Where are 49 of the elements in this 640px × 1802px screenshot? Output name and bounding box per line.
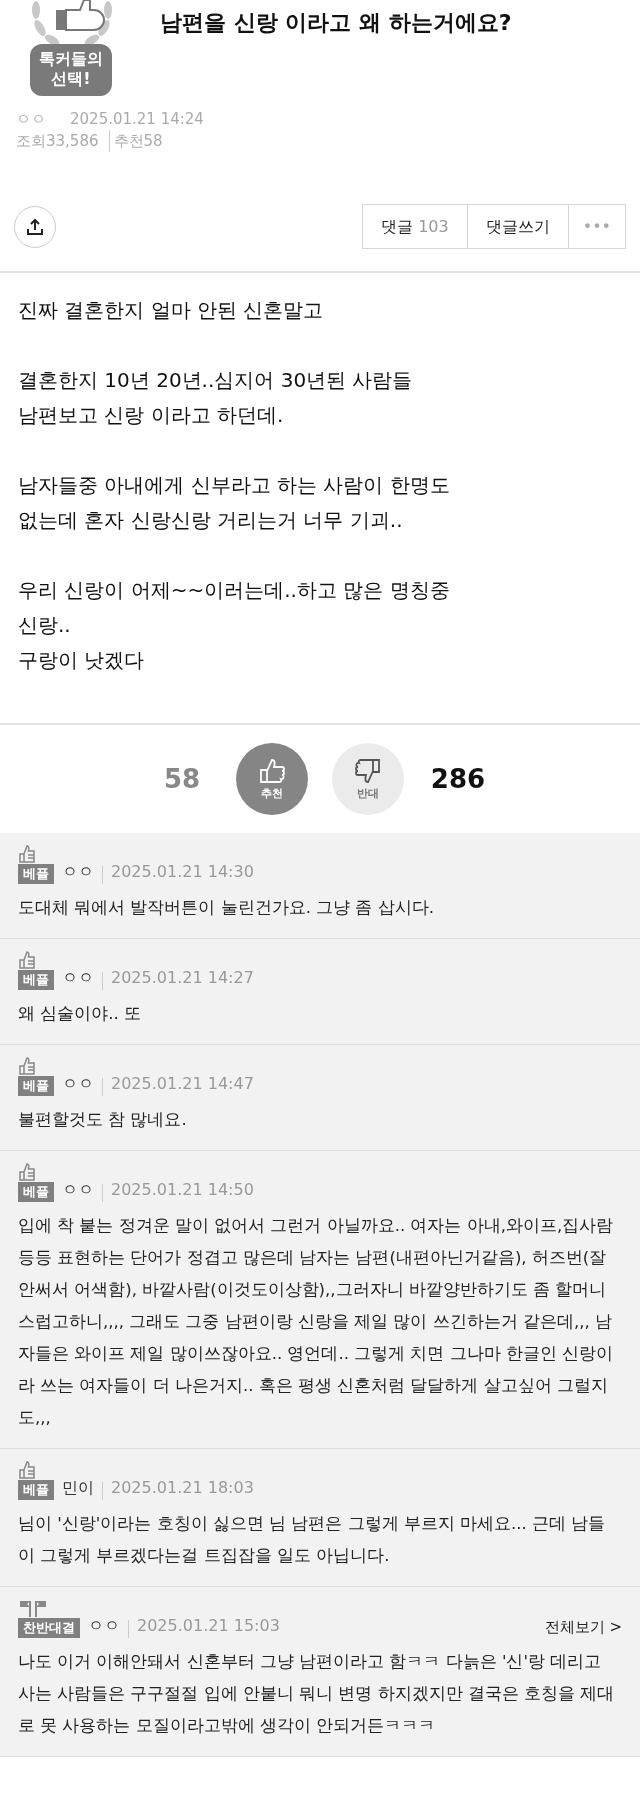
recommend-count: 추천58	[108, 130, 163, 152]
thumbs-up-icon	[18, 951, 38, 969]
author-name: ㅇㅇ	[62, 967, 94, 989]
view-count: 조회33,586	[16, 131, 99, 152]
recommend-button[interactable]: 추천	[236, 743, 308, 815]
comment-text: 불편할것도 참 많네요.	[18, 1109, 188, 1131]
comment-text: 나도 이거 이해안돼서 신혼부터 그냥 남편이라고 함ㅋㅋ 다늙은 '신'랑 데리고 사는 사람들은 구구절절 입에 안붙니 뭐니 변명 하지겠지만 결국은 호칭을 제대로 못 사용하는 모질이라고밖에 생각이 안되거든ㅋㅋㅋ	[18, 1651, 616, 1737]
post-date: 2025.01.21 14:24	[70, 110, 204, 128]
badge-label: 톡커들의 선택!	[30, 44, 112, 96]
comments-button[interactable]: 댓글 103	[362, 204, 468, 249]
body-paragraph: 남자들중 아내에게 신부라고 하는 사람이 한명도 없는데 혼자 신랑신랑 거리는거 너무 기괴..	[18, 472, 451, 534]
author-name: ㅇㅇ	[62, 1179, 94, 1201]
thumbs-up-icon	[18, 1461, 38, 1479]
comment-badge: 베플	[18, 970, 54, 990]
share-icon	[26, 217, 44, 236]
body-paragraph: 진짜 결혼한지 얼마 안된 신혼말고	[18, 297, 325, 324]
comment-date: 2025.01.21 14:30	[111, 861, 254, 883]
author-name: 민이	[62, 1477, 94, 1499]
comment-date: 2025.01.21 18:03	[111, 1477, 254, 1499]
comment-text: 입에 착 붙는 정겨운 말이 없어서 그런거 아닐까요.. 여자는 아내,와이프,집사람등등 표현하는 단어가 정겹고 많은데 남자는 남편(내편아닌거같음), 허즈번(잘안써서 어색함), 바깥사람(이것도이상함),,그러자니 바깥양반하기도 좀 할머니스럽고하니,,,, 그래도 그중 남편이랑 신랑을 제일 많이 쓰긴하는거 같은데,,, 남자들은 와이프 제일 많이쓰잖아요.. 영언데.. 그렇게 치면 그나마 한글인 신랑이라 쓰는 여자들이 더 나은거지.. 혹은 평생 신혼처럼 달달하게 살고싶어 그럴지도,,,	[18, 1215, 615, 1429]
comment-text: 님이 '신랑'이라는 호칭이 싫으면 님 남편은 그렇게 부르지 마세요... 근데 남들이 그렇게 부르겠다는걸 트집잡을 일도 아닙니다.	[18, 1513, 607, 1567]
author-name: ㅇㅇ	[16, 110, 46, 128]
thumbs-up-icon	[18, 845, 38, 863]
comment-badge: 베플	[18, 864, 54, 884]
thumbs-up-icon	[18, 1057, 38, 1075]
view-all-link[interactable]: 전체보기 >	[544, 1615, 622, 1638]
share-button[interactable]	[14, 205, 56, 248]
author-name: ㅇㅇ	[88, 1615, 120, 1637]
comment-text: 도대체 뭐에서 발작버튼이 눌린건가요. 그냥 좀 삽시다.	[18, 897, 435, 919]
oppose-button[interactable]: 반대	[332, 743, 404, 815]
comment-date: 2025.01.21 14:47	[111, 1073, 254, 1095]
vote-count: 286	[429, 762, 487, 796]
comment-badge: 베플	[18, 1480, 54, 1500]
comment-badge: 베플	[18, 1182, 54, 1202]
comment-date: 2025.01.21 15:03	[137, 1615, 280, 1637]
flags-icon	[18, 1599, 48, 1617]
comment-date: 2025.01.21 14:27	[111, 967, 254, 989]
body-paragraph: 결혼한지 10년 20년..심지어 30년된 사람들 남편보고 신랑 이라고 하던데.	[18, 367, 414, 429]
comment-text: 왜 심술이야.. 또	[18, 1003, 142, 1025]
post-title: 남편을 신랑 이라고 왜 하는거에요?	[160, 9, 512, 37]
author-name: ㅇㅇ	[62, 861, 94, 883]
comment-badge: 찬반대결	[18, 1618, 80, 1638]
comment-date: 2025.01.21 14:50	[111, 1179, 254, 1201]
body-paragraph: 우리 신랑이 어제~~이러는데..하고 많은 명칭중 신랑.. 구랑이 낫겠다	[18, 577, 451, 674]
author-name: ㅇㅇ	[62, 1073, 94, 1095]
write-comment-button[interactable]: 댓글쓰기	[466, 204, 569, 249]
thumbs-up-icon	[18, 1163, 38, 1181]
comment-badge: 베플	[18, 1076, 54, 1096]
vote-count: 58	[162, 762, 202, 796]
